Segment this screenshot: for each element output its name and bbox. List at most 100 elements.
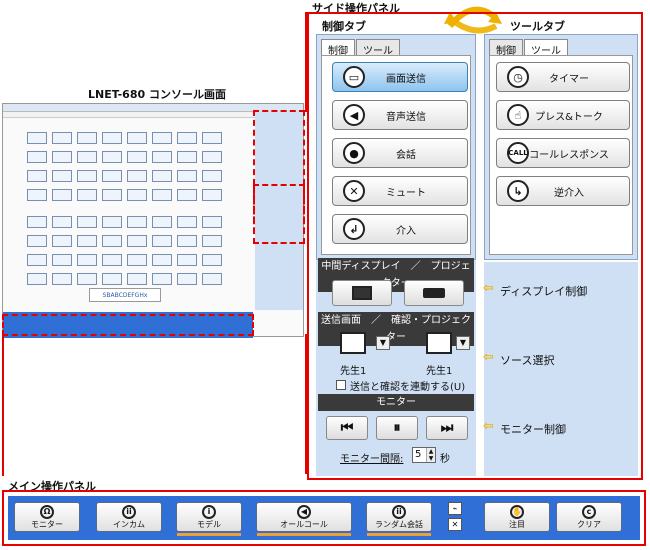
left-source-icon — [340, 332, 366, 354]
monitor-icon: ▭ — [343, 66, 365, 88]
seat-thumbnail — [152, 235, 172, 247]
intercom-button[interactable]: ii インカム — [96, 502, 162, 532]
seat-thumbnail — [152, 132, 172, 144]
intervene-button[interactable]: ↲ 介入 — [332, 214, 468, 244]
all-call-active-bar — [257, 533, 351, 536]
thumb-side-highlight-mid — [253, 184, 305, 244]
seat-thumbnail — [202, 151, 222, 163]
clear-button[interactable]: c クリア — [556, 502, 622, 532]
screen-send-button[interactable]: ▭ 画面送信 — [332, 62, 468, 92]
source-select-label: ソース選択 — [500, 354, 555, 367]
source-callout-arrow: ⇦ — [483, 350, 494, 365]
intervene-icon: ↲ — [343, 218, 365, 240]
seat-thumbnail — [177, 235, 197, 247]
random-chat-button[interactable]: ii ランダム会話 — [366, 502, 432, 536]
projector-button[interactable] — [404, 280, 464, 306]
clear-icon: c — [582, 504, 596, 519]
all-call-button[interactable]: ◀ オールコール — [256, 502, 352, 536]
audio-send-button[interactable]: ◀ 音声送信 — [332, 100, 468, 130]
seat-thumbnail — [177, 216, 197, 228]
seat-thumbnail — [52, 151, 72, 163]
seat-thumbnail — [152, 170, 172, 182]
display-callout-arrow: ⇦ — [483, 281, 494, 296]
pair-link-icon[interactable]: ⌁ — [448, 502, 462, 515]
call-response-button[interactable]: CALL コールレスポンス — [496, 138, 630, 168]
seat-thumbnail — [127, 132, 147, 144]
seat-thumbnail — [77, 273, 97, 285]
monitor-callout-arrow: ⇦ — [483, 419, 494, 434]
seat-thumbnail — [127, 235, 147, 247]
seat-thumbnail — [102, 132, 122, 144]
call-response-icon: CALL — [507, 142, 529, 164]
seat-thumbnail — [152, 189, 172, 201]
seat-thumbnail — [77, 189, 97, 201]
conversation-button[interactable]: ● 会話 — [332, 138, 468, 168]
thumb-seat-letters: SBABCDEFGHx — [89, 288, 161, 302]
seat-thumbnail — [52, 254, 72, 266]
seat-thumbnail — [177, 273, 197, 285]
seat-thumbnail — [27, 170, 47, 182]
press-talk-button[interactable]: ☝ プレス&トーク — [496, 100, 630, 130]
seat-thumbnail — [27, 235, 47, 247]
display-icon — [352, 286, 372, 300]
seat-thumbnail — [27, 273, 47, 285]
random-chat-icon: ii — [392, 504, 406, 519]
left-source-dropdown[interactable]: ▼ — [376, 336, 390, 350]
seat-thumbnail — [102, 170, 122, 182]
link-checkbox[interactable] — [336, 380, 346, 390]
all-call-icon: ◀ — [297, 504, 311, 519]
monitor-prev-button[interactable]: ⏮ — [326, 416, 368, 440]
seat-thumbnail — [77, 254, 97, 266]
seat-thumbnail — [102, 189, 122, 201]
timer-button[interactable]: ◷ タイマー — [496, 62, 630, 92]
pause-icon: ⏸ — [393, 420, 401, 436]
monitor-main-button[interactable]: Ω モニター — [14, 502, 80, 532]
projector-icon — [423, 288, 445, 298]
seat-thumbnail — [77, 235, 97, 247]
seat-thumbnail — [27, 216, 47, 228]
mute-button[interactable]: ✕ ミュート — [332, 176, 468, 206]
seat-thumbnail — [127, 216, 147, 228]
monitor-pause-button[interactable]: ⏸ — [376, 416, 418, 440]
monitor-interval-unit: 秒 — [440, 454, 450, 465]
display-control-label: ディスプレイ制御 — [500, 285, 588, 298]
intercom-icon: ii — [122, 504, 136, 519]
seat-thumbnail — [127, 170, 147, 182]
seat-thumbnail — [177, 189, 197, 201]
seat-thumbnail — [177, 254, 197, 266]
seat-thumbnail — [152, 151, 172, 163]
right-source-dropdown[interactable]: ▼ — [456, 336, 470, 350]
model-button[interactable]: i モデル — [176, 502, 242, 536]
attention-button[interactable]: ✋ 注目 — [484, 502, 550, 532]
monitor-control-label: モニター制御 — [500, 423, 566, 436]
right-source-icon — [426, 332, 452, 354]
seat-thumbnail — [52, 189, 72, 201]
press-talk-icon: ☝ — [507, 104, 529, 126]
reverse-intervene-button[interactable]: ↳ 逆介入 — [496, 176, 630, 206]
seat-thumbnail — [177, 132, 197, 144]
seat-thumbnail — [77, 151, 97, 163]
monitor-interval-label: モニター間隔: — [340, 454, 404, 465]
seat-thumbnail — [102, 235, 122, 247]
seat-thumbnail — [27, 189, 47, 201]
seat-thumbnail — [202, 254, 222, 266]
seat-thumbnail — [202, 170, 222, 182]
reverse-intervene-icon: ↳ — [507, 180, 529, 202]
seat-thumbnail — [202, 235, 222, 247]
seat-thumbnail — [202, 132, 222, 144]
monitor-interval-spinner[interactable]: ▲ ▼ — [426, 448, 435, 462]
seat-thumbnail — [27, 151, 47, 163]
hand-icon: ✋ — [510, 504, 524, 519]
shuffle-icon[interactable]: ✕ — [448, 518, 462, 531]
seat-thumbnail — [152, 216, 172, 228]
middle-display-button[interactable] — [332, 280, 392, 306]
left-source-label: 先生1 — [340, 366, 367, 377]
seat-thumbnail — [102, 151, 122, 163]
monitor-next-button[interactable]: ⏭ — [426, 416, 468, 440]
headphone-icon: Ω — [40, 504, 54, 519]
seat-thumbnail — [52, 216, 72, 228]
seat-thumbnail — [102, 273, 122, 285]
right-source-label: 先生1 — [426, 366, 453, 377]
seat-thumbnail — [102, 254, 122, 266]
seat-thumbnail — [202, 216, 222, 228]
